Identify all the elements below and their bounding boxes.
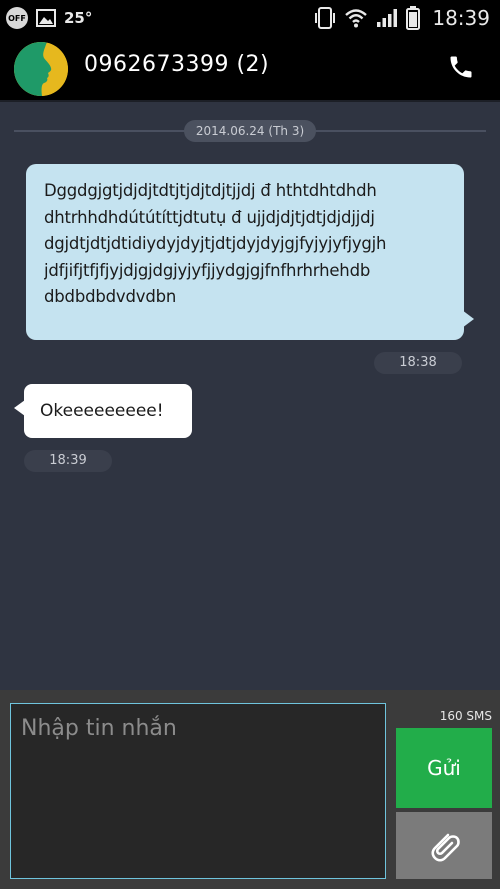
- message-text-line: dhtrhhdhdútútíttjdtutụ đ ujjdjdjtjdtjdjd…: [44, 207, 375, 227]
- incoming-message-time: 18:39: [24, 450, 112, 472]
- incoming-message-bubble[interactable]: Okeeeeeeeee!: [14, 384, 192, 438]
- phone-icon: [450, 56, 472, 78]
- paperclip-icon: [431, 833, 460, 862]
- conversation-header: 0962673399 (2): [0, 36, 500, 102]
- status-bar-right: 18:39: [314, 4, 490, 32]
- composer-bar: 160 SMS Gửi: [0, 690, 500, 889]
- character-counter: 160 SMS: [439, 709, 492, 723]
- status-bar: OFF 25° 18:39: [0, 0, 500, 36]
- send-button[interactable]: Gửi: [396, 728, 492, 808]
- temperature-readout: 25°: [64, 9, 93, 27]
- wifi-icon: [344, 8, 368, 28]
- outgoing-message-time: 18:38: [374, 352, 462, 374]
- message-text-line: dgjdtjdtjdtidiydyjdyjtjdtjdyjdyjgjfyjyjy…: [44, 234, 387, 253]
- call-button[interactable]: [444, 50, 478, 84]
- message-list[interactable]: 2014.06.24 (Th 3) Dggdgjgtjdjdjtdtjtjdjt…: [0, 102, 500, 690]
- battery-icon: [406, 6, 421, 30]
- contact-title: 0962673399 (2): [84, 52, 270, 77]
- bubble-tail: [14, 400, 25, 416]
- message-text: Okeeeeeeeee!: [40, 401, 164, 421]
- date-separator: 2014.06.24 (Th 3): [184, 120, 316, 142]
- outgoing-message-bubble[interactable]: Dggdgjgtjdjdjtdtjtjdjtdjtjjdj đ hthtdhtd…: [26, 164, 474, 340]
- message-text-line: dbdbdbdvdvdbn: [44, 287, 177, 306]
- vibrate-icon: [314, 6, 336, 30]
- message-input[interactable]: [10, 703, 386, 879]
- messaging-screen: OFF 25° 18:39 0962673399 (2) 2014.06.24 …: [0, 0, 500, 889]
- signal-icon: [376, 8, 398, 28]
- power-saving-off-icon: OFF: [6, 7, 28, 29]
- contact-avatar-icon[interactable]: [14, 42, 68, 96]
- message-text-line: jdfjifjtfjfjyjdjgjdgjyjyfjjydgjgjfnfhrhr…: [44, 260, 371, 280]
- attach-button[interactable]: [396, 812, 492, 879]
- message-text-line: Dggdgjgtjdjdjtdtjtjdjtdjtjjdj đ hthtdhtd…: [44, 181, 377, 200]
- gallery-notification-icon: [36, 9, 56, 27]
- status-bar-left: OFF 25°: [6, 6, 92, 30]
- status-clock: 18:39: [432, 6, 490, 30]
- bubble-tail: [462, 310, 474, 328]
